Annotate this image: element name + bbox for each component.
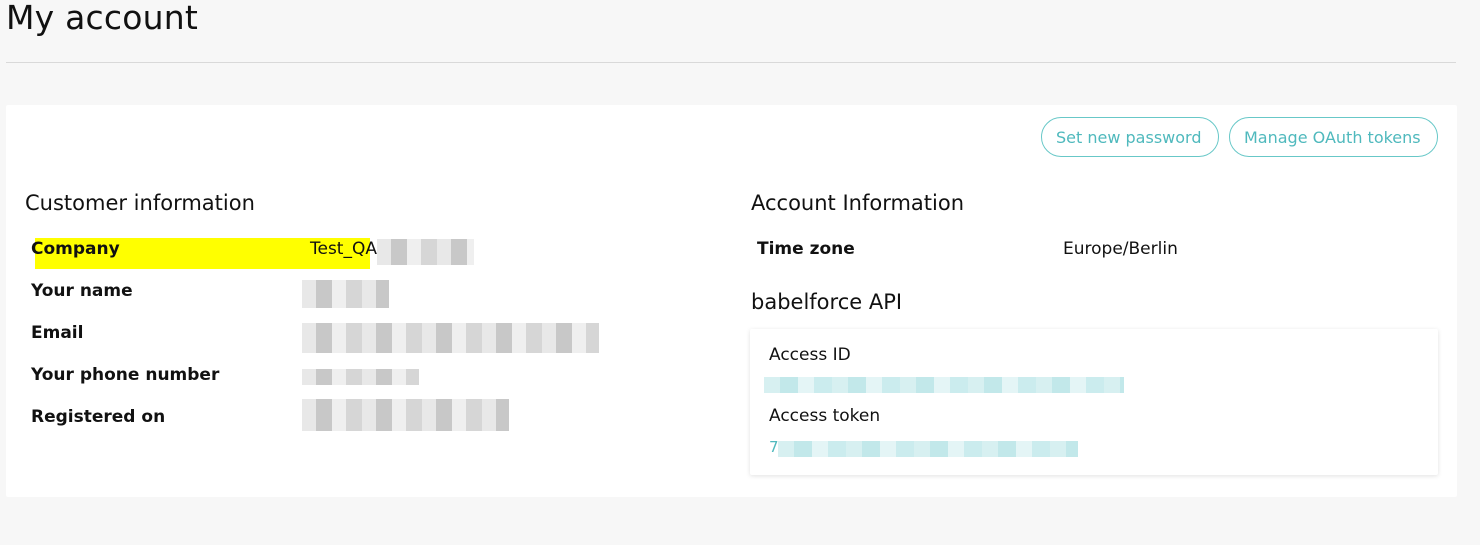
company-value-redacted <box>377 239 474 265</box>
phone-number-redacted <box>302 369 419 385</box>
customer-information-title: Customer information <box>25 191 255 215</box>
access-id-label: Access ID <box>769 345 851 365</box>
email-label: Email <box>31 323 84 343</box>
api-credentials-box: Access ID Access token 7 <box>750 329 1438 475</box>
title-divider <box>6 62 1456 63</box>
access-token-label: Access token <box>769 406 881 426</box>
time-zone-label: Time zone <box>757 239 855 259</box>
your-name-label: Your name <box>31 281 133 301</box>
your-name-redacted <box>302 280 389 308</box>
company-label: Company <box>31 239 120 259</box>
access-token-redacted <box>778 441 1078 457</box>
babelforce-api-title: babelforce API <box>751 290 903 314</box>
phone-number-label: Your phone number <box>31 365 220 385</box>
registered-on-label: Registered on <box>31 407 166 427</box>
email-redacted <box>302 323 599 353</box>
company-value: Test_QA <box>310 239 377 259</box>
time-zone-value: Europe/Berlin <box>1063 239 1178 259</box>
page-title: My account <box>6 0 198 37</box>
access-id-redacted <box>764 377 1124 393</box>
account-card: Set new password Manage OAuth tokens Cus… <box>6 105 1457 497</box>
manage-oauth-tokens-button[interactable]: Manage OAuth tokens <box>1229 117 1438 157</box>
account-information-title: Account Information <box>751 191 965 215</box>
registered-on-redacted <box>302 399 509 431</box>
set-new-password-button[interactable]: Set new password <box>1041 117 1219 157</box>
